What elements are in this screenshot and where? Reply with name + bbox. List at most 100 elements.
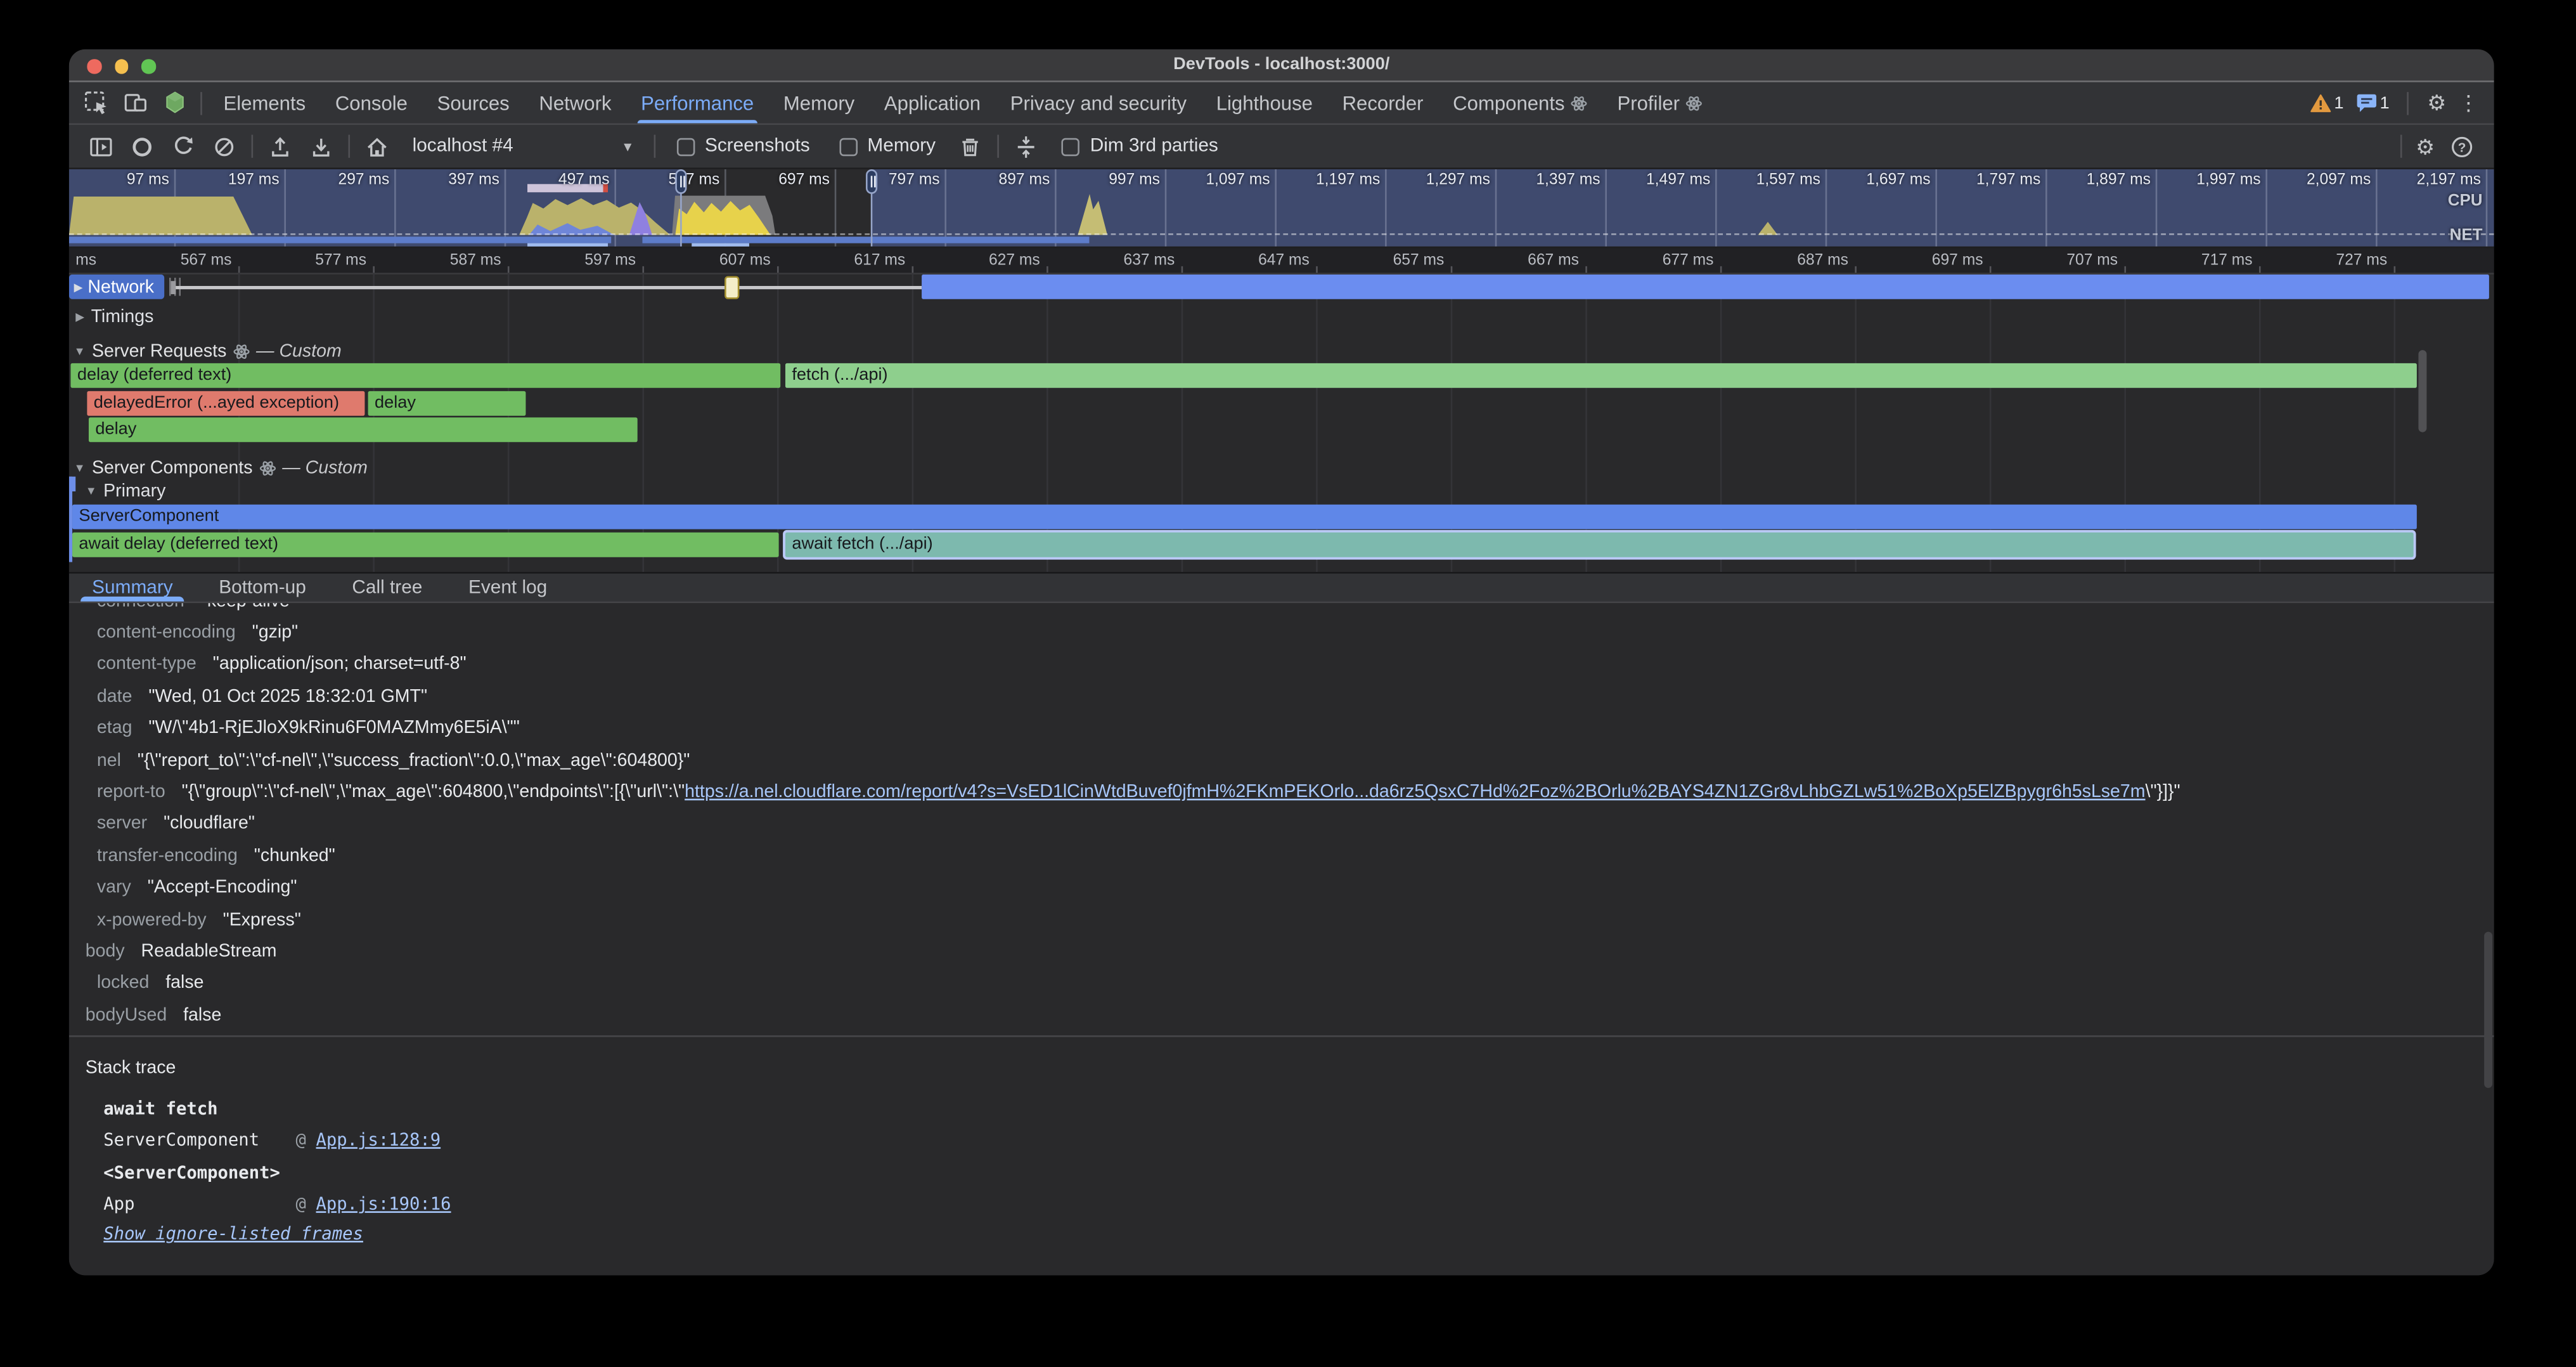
- stack-frame: App@App.js:190:16: [103, 1189, 2494, 1221]
- timeline-overview[interactable]: 97 ms197 ms297 ms397 ms497 ms597 ms697 m…: [69, 169, 2494, 248]
- device-toolbar-icon[interactable]: [115, 82, 154, 124]
- net-overview-bar: [692, 243, 749, 249]
- selection-handle-left[interactable]: [675, 169, 686, 194]
- extension-gem-icon[interactable]: [155, 82, 194, 124]
- tab-privacy-and-security[interactable]: Privacy and security: [995, 82, 1201, 124]
- tab-performance[interactable]: Performance: [626, 82, 769, 124]
- checkbox-box[interactable]: [839, 137, 858, 155]
- property-key: nel: [97, 751, 121, 770]
- ruler-tick-label: 697 ms: [1932, 252, 1990, 270]
- selection-handle-right[interactable]: [866, 169, 877, 194]
- flame-bar[interactable]: delay (deferred text): [70, 363, 780, 388]
- kebab-menu-icon[interactable]: ⋮: [2458, 92, 2480, 113]
- frame-function-name: await fetch: [103, 1099, 295, 1118]
- react-atom-icon: [1571, 94, 1588, 111]
- save-profile-icon[interactable]: [300, 128, 342, 164]
- track-network[interactable]: ▶ Network: [69, 275, 164, 299]
- flame-bar[interactable]: await fetch (.../api): [785, 532, 2414, 557]
- settings-gear-icon[interactable]: ⚙: [2427, 92, 2446, 113]
- flame-bar[interactable]: [922, 275, 2489, 299]
- checkbox-group: Dim 3rd parties: [1047, 136, 1233, 156]
- garbage-collect-icon[interactable]: [950, 128, 991, 164]
- details-tab-bottom-up[interactable]: Bottom-up: [219, 574, 306, 602]
- toggle-sidebar-icon[interactable]: [80, 128, 122, 164]
- checkbox-box[interactable]: [677, 137, 695, 155]
- track-server-requests[interactable]: ▼ Server Requests — Custom: [74, 342, 342, 361]
- flame-bar[interactable]: fetch (.../api): [785, 363, 2417, 388]
- flame-bar[interactable]: delayedError (...ayed exception): [87, 391, 364, 415]
- property-value: "cloudflare": [164, 814, 255, 834]
- details-tab-summary[interactable]: Summary: [92, 574, 173, 602]
- inspect-element-icon[interactable]: [75, 82, 115, 124]
- stack-frame: ServerComponent@App.js:128:9: [103, 1125, 2494, 1157]
- flame-bar[interactable]: delay: [89, 417, 638, 442]
- track-primary[interactable]: ▼ Primary: [86, 481, 166, 501]
- issues-warning-badge[interactable]: 1: [2309, 93, 2343, 112]
- ruler-tick-label: 727 ms: [2336, 252, 2393, 270]
- property-key: body: [86, 942, 125, 961]
- tab-profiler[interactable]: Profiler: [1602, 82, 1717, 124]
- tab-application[interactable]: Application: [870, 82, 996, 124]
- flame-chart[interactable]: ▶ Network ▶ Timings ▼ Server Requests — …: [69, 275, 2494, 572]
- react-atom-slot: [259, 460, 276, 477]
- frame-source-link[interactable]: App.js:128:9: [316, 1131, 441, 1151]
- property-value: \"}]}": [2146, 782, 2180, 802]
- timeline-ruler[interactable]: ms567 ms577 ms587 ms597 ms607 ms617 ms62…: [69, 248, 2494, 274]
- flame-bar[interactable]: [724, 275, 739, 298]
- checkbox-dim-3rd-parties[interactable]: Dim 3rd parties: [1062, 136, 1218, 156]
- property-row: date"Wed, 01 Oct 2025 18:32:01 GMT": [69, 681, 2494, 713]
- ruler-tick-label: 597 ms: [584, 252, 642, 270]
- details-tab-event-log[interactable]: Event log: [468, 574, 547, 602]
- property-value: "Express": [223, 910, 301, 930]
- net-overview-bar: [69, 236, 611, 242]
- property-row: content-type"application/json; charset=u…: [69, 649, 2494, 680]
- checkbox-label: Memory: [867, 136, 936, 156]
- react-atom-icon: [1686, 94, 1703, 111]
- tab-label: Lighthouse: [1216, 91, 1313, 114]
- clear-icon[interactable]: [203, 128, 245, 164]
- tab-lighthouse[interactable]: Lighthouse: [1201, 82, 1327, 124]
- load-profile-icon[interactable]: [260, 128, 301, 164]
- track-timings[interactable]: ▶ Timings: [75, 308, 153, 327]
- net-overview-bar: [642, 236, 1089, 242]
- checkbox-box[interactable]: [1062, 137, 1081, 155]
- home-icon[interactable]: [356, 128, 397, 164]
- tab-label: Performance: [641, 91, 754, 114]
- reload-record-icon[interactable]: [163, 128, 204, 164]
- summary-scrollbar-thumb[interactable]: [2484, 932, 2492, 1088]
- report-url-link[interactable]: https://a.nel.cloudflare.com/report/v4?s…: [685, 782, 2145, 802]
- collapse-icon[interactable]: [1007, 128, 1048, 164]
- property-key: x-powered-by: [97, 910, 207, 930]
- flame-scrollbar-thumb[interactable]: [2418, 350, 2426, 432]
- react-atom-slot: [233, 344, 250, 360]
- help-icon[interactable]: ?: [2442, 128, 2483, 164]
- property-key: connection: [97, 603, 184, 611]
- frame-source-link[interactable]: App.js:190:16: [316, 1195, 451, 1215]
- profile-select[interactable]: localhost #4 ▼: [397, 136, 647, 156]
- panel-settings-gear-icon[interactable]: ⚙: [2416, 136, 2435, 157]
- ruler-unit-label: ms: [75, 252, 96, 270]
- triangle-right-icon: ▶: [74, 280, 83, 294]
- flame-bar[interactable]: await delay (deferred text): [72, 532, 779, 557]
- response-properties-list: connection"keep-alive"content-encoding"g…: [69, 603, 2494, 1031]
- tab-recorder[interactable]: Recorder: [1327, 82, 1438, 124]
- tab-label: Elements: [224, 91, 306, 114]
- checkbox-screenshots[interactable]: Screenshots: [677, 136, 810, 156]
- overview-tick-label: 1,297 ms: [1426, 171, 1495, 190]
- details-tab-call-tree[interactable]: Call tree: [352, 574, 422, 602]
- flame-bar[interactable]: ServerComponent: [72, 505, 2417, 529]
- tab-components[interactable]: Components: [1438, 82, 1602, 124]
- tab-memory[interactable]: Memory: [769, 82, 870, 124]
- ruler-tick-mark: [2394, 266, 2396, 273]
- tab-console[interactable]: Console: [321, 82, 423, 124]
- issues-message-badge[interactable]: 1: [2355, 92, 2390, 113]
- tab-sources[interactable]: Sources: [422, 82, 524, 124]
- show-ignore-listed-frames-link[interactable]: Show ignore-listed frames: [103, 1224, 363, 1244]
- tab-elements[interactable]: Elements: [209, 82, 320, 124]
- overview-tick-label: 1,997 ms: [2196, 171, 2265, 190]
- tab-network[interactable]: Network: [524, 82, 626, 124]
- checkbox-memory[interactable]: Memory: [839, 136, 936, 156]
- record-icon[interactable]: [122, 128, 163, 164]
- track-server-components[interactable]: ▼ Server Components — Custom: [74, 458, 368, 478]
- flame-bar[interactable]: delay: [368, 391, 526, 415]
